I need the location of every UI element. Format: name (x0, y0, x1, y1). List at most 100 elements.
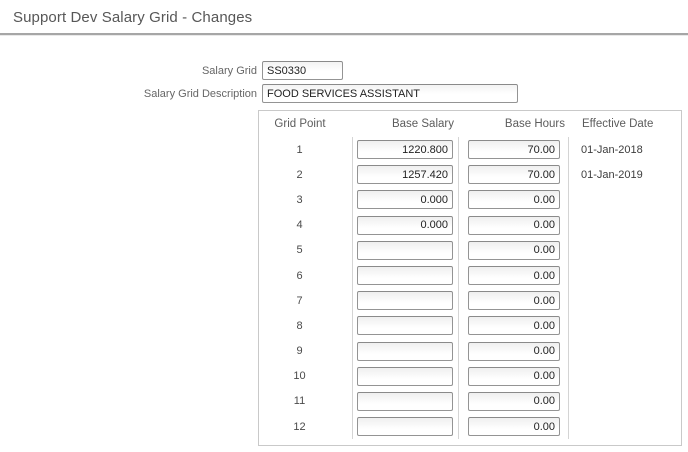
base-salary-input[interactable] (357, 342, 453, 361)
base-salary-input[interactable] (357, 165, 453, 184)
base-hours-cell (459, 238, 569, 263)
grid-point-value: 8 (259, 313, 353, 338)
base-salary-cell (353, 137, 459, 162)
salary-grid-description-label: Salary Grid Description (0, 88, 257, 100)
base-hours-input[interactable] (468, 392, 560, 411)
base-hours-cell (459, 414, 569, 439)
effective-date-value: 01-Jan-2019 (569, 162, 681, 187)
grid-table-row: 10 (259, 364, 681, 389)
base-hours-input[interactable] (468, 342, 560, 361)
base-salary-cell (353, 313, 459, 338)
salary-grid-label: Salary Grid (0, 65, 257, 77)
page-title: Support Dev Salary Grid - Changes (0, 0, 688, 26)
grid-point-value: 2 (259, 162, 353, 187)
base-hours-cell (459, 364, 569, 389)
effective-date-value (569, 213, 681, 238)
base-salary-cell (353, 238, 459, 263)
effective-date-value (569, 389, 681, 414)
grid-table-row: 7 (259, 288, 681, 313)
grid-table-row: 9 (259, 339, 681, 364)
grid-table-row: 5 (259, 238, 681, 263)
effective-date-value: 01-Jan-2018 (569, 137, 681, 162)
base-hours-cell (459, 313, 569, 338)
grid-table-row: 4 (259, 213, 681, 238)
base-hours-cell (459, 339, 569, 364)
base-salary-cell (353, 162, 459, 187)
salary-grid-table: Grid Point Base Salary Base Hours Effect… (258, 110, 682, 446)
base-hours-input[interactable] (468, 266, 560, 285)
base-salary-input[interactable] (357, 190, 453, 209)
effective-date-value (569, 187, 681, 212)
grid-point-value: 1 (259, 137, 353, 162)
base-hours-input[interactable] (468, 140, 560, 159)
effective-date-value (569, 313, 681, 338)
base-hours-input[interactable] (468, 190, 560, 209)
effective-date-value (569, 364, 681, 389)
grid-point-value: 5 (259, 238, 353, 263)
base-hours-input[interactable] (468, 241, 560, 260)
effective-date-value (569, 263, 681, 288)
base-hours-cell (459, 137, 569, 162)
salary-grid-description-field-row: Salary Grid Description (0, 84, 688, 103)
base-salary-header: Base Salary (353, 111, 459, 137)
grid-table-row: 12 (259, 414, 681, 439)
base-salary-cell (353, 263, 459, 288)
grid-table-row: 8 (259, 313, 681, 338)
base-salary-cell (353, 414, 459, 439)
base-hours-cell (459, 213, 569, 238)
base-hours-input[interactable] (468, 165, 560, 184)
grid-point-value: 7 (259, 288, 353, 313)
base-salary-input[interactable] (357, 266, 453, 285)
effective-date-value (569, 288, 681, 313)
base-hours-input[interactable] (468, 417, 560, 436)
grid-table-row: 6 (259, 263, 681, 288)
grid-point-value: 6 (259, 263, 353, 288)
effective-date-value (569, 339, 681, 364)
grid-point-value: 9 (259, 339, 353, 364)
base-hours-input[interactable] (468, 316, 560, 335)
grid-table-row: 1 01-Jan-2018 (259, 137, 681, 162)
salary-grid-form: Salary Grid Salary Grid Description (0, 61, 688, 103)
grid-table-row: 2 01-Jan-2019 (259, 162, 681, 187)
base-hours-input[interactable] (468, 367, 560, 386)
base-hours-cell (459, 263, 569, 288)
effective-date-header: Effective Date (569, 111, 681, 137)
base-salary-input[interactable] (357, 241, 453, 260)
grid-table-row: 11 (259, 389, 681, 414)
base-salary-input[interactable] (357, 392, 453, 411)
salary-grid-field-row: Salary Grid (0, 61, 688, 80)
base-salary-input[interactable] (357, 291, 453, 310)
grid-point-value: 10 (259, 364, 353, 389)
base-salary-input[interactable] (357, 417, 453, 436)
base-salary-cell (353, 288, 459, 313)
base-hours-cell (459, 389, 569, 414)
base-hours-input[interactable] (468, 291, 560, 310)
base-hours-cell (459, 162, 569, 187)
page-header: Support Dev Salary Grid - Changes (0, 0, 688, 35)
salary-grid-input[interactable] (262, 61, 343, 80)
base-salary-cell (353, 389, 459, 414)
base-salary-input[interactable] (357, 216, 453, 235)
grid-table-header-row: Grid Point Base Salary Base Hours Effect… (259, 111, 681, 137)
grid-point-value: 12 (259, 414, 353, 439)
base-salary-cell (353, 364, 459, 389)
base-salary-input[interactable] (357, 140, 453, 159)
base-hours-cell (459, 288, 569, 313)
base-salary-input[interactable] (357, 316, 453, 335)
grid-table-body: 1 01-Jan-2018 2 01-Jan-2019 3 4 (259, 137, 681, 445)
base-hours-header: Base Hours (459, 111, 569, 137)
effective-date-value (569, 414, 681, 439)
base-salary-cell (353, 213, 459, 238)
effective-date-value (569, 238, 681, 263)
salary-grid-description-input[interactable] (262, 84, 518, 103)
base-salary-cell (353, 339, 459, 364)
grid-point-header: Grid Point (259, 111, 353, 137)
base-hours-input[interactable] (468, 216, 560, 235)
base-salary-input[interactable] (357, 367, 453, 386)
grid-point-value: 4 (259, 213, 353, 238)
base-salary-cell (353, 187, 459, 212)
grid-table-row: 3 (259, 187, 681, 212)
header-divider (0, 33, 688, 35)
grid-point-value: 3 (259, 187, 353, 212)
grid-point-value: 11 (259, 389, 353, 414)
